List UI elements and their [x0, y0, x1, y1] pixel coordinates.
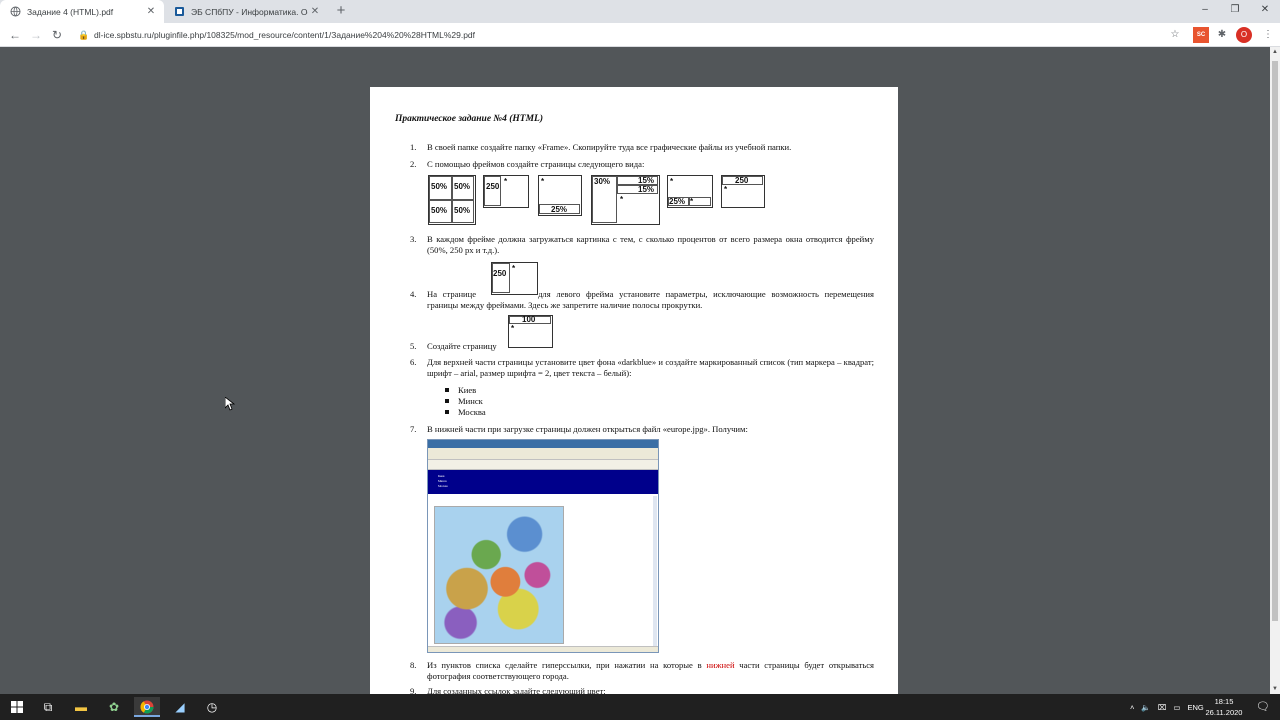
forward-icon[interactable]: →: [27, 26, 45, 44]
list-item: Киев: [445, 384, 486, 395]
item-text: В каждом фрейме должна загружаться карти…: [427, 234, 874, 255]
taskbar: ⧉ ▬ ✿ ◢ ◷ ˄ 🔈 ⌧ ▭ ENG 18:15 26.11.2020 🗨: [0, 694, 1280, 720]
notes-app-icon[interactable]: ◢: [167, 697, 193, 717]
clock-app-icon[interactable]: ◷: [199, 697, 225, 717]
item-number: 5.: [410, 341, 417, 351]
url-text: dl-ice.spbstu.ru/pluginfile.php/108325/m…: [94, 30, 476, 40]
extensions-puzzle-icon[interactable]: ✱: [1214, 27, 1230, 43]
item-text: Для верхней части страницы установите цв…: [427, 357, 874, 378]
tab-title: ЭБ СПбПУ - Информатика. Осн...: [191, 6, 308, 17]
list-item: Москва: [445, 406, 486, 417]
bookmark-star-icon[interactable]: ☆: [1167, 27, 1183, 43]
menu-kebab-icon[interactable]: ⋮: [1260, 27, 1276, 43]
item-number: 1.: [410, 142, 417, 152]
close-tab-icon[interactable]: ✕: [308, 6, 322, 17]
item-text: В своей папке создайте папку «Frame». Ск…: [427, 142, 792, 152]
maximize-button[interactable]: ❐: [1220, 0, 1250, 20]
tab-library[interactable]: ЭБ СПбПУ - Информатика. Осн... ✕: [164, 0, 328, 23]
task-view-icon[interactable]: ⧉: [35, 697, 61, 717]
pdf-page: Практическое задание №4 (HTML) 1. В свое…: [370, 87, 898, 694]
tab-strip: Задание 4 (HTML).pdf ✕ ЭБ СПбПУ - Информ…: [0, 0, 1280, 23]
item-number: 8.: [410, 660, 417, 670]
frame-diagram-5: * 25% *: [667, 175, 713, 208]
darkblue-frame: Киев Минск Москва: [428, 470, 658, 494]
frame-diagram-6: 250 *: [721, 175, 765, 208]
item-number: 3.: [410, 234, 417, 244]
page-scrollbar[interactable]: ▲ ▼: [1270, 47, 1280, 694]
frame-diagram-4: 30% 15% 15% *: [591, 175, 660, 225]
battery-icon[interactable]: ▭: [1173, 703, 1180, 712]
item-number: 2.: [410, 159, 417, 169]
close-tab-icon[interactable]: ✕: [144, 6, 158, 17]
scroll-thumb[interactable]: [1272, 61, 1278, 621]
item-text: Создайте страницу: [427, 341, 497, 351]
pdf-viewer[interactable]: Практическое задание №4 (HTML) 1. В свое…: [0, 47, 1270, 694]
back-icon[interactable]: ←: [6, 26, 24, 44]
tab-pdf[interactable]: Задание 4 (HTML).pdf ✕: [0, 0, 164, 23]
city-list: Киев Минск Москва: [445, 384, 486, 417]
example-screenshot: Киев Минск Москва: [427, 439, 659, 653]
item-number: 9.: [410, 686, 417, 694]
scroll-up-icon[interactable]: ▲: [1270, 47, 1280, 57]
system-tray: ˄ 🔈 ⌧ ▭ ENG: [1130, 694, 1204, 720]
notifications-icon[interactable]: 🗨: [1250, 697, 1276, 717]
address-bar[interactable]: 🔒 dl-ice.spbstu.ru/pluginfile.php/108325…: [78, 25, 1198, 45]
minimize-button[interactable]: –: [1190, 0, 1220, 20]
item-text: С помощью фреймов создайте страницы след…: [427, 159, 645, 169]
app-icon[interactable]: ✿: [101, 697, 127, 717]
chrome-icon[interactable]: [134, 697, 160, 717]
clock[interactable]: 18:15 26.11.2020: [1202, 696, 1246, 718]
item-number: 4.: [410, 289, 417, 299]
new-tab-button[interactable]: +: [332, 2, 350, 20]
item-text: Для созданных ссылок задайте следующий ц…: [427, 686, 606, 694]
item-text: Из пунктов списка сделайте гиперссылки, …: [427, 660, 875, 681]
item-text: В нижней части при загрузке страницы дол…: [427, 424, 748, 434]
frame-diagram-1: 50% 50% 50% 50%: [428, 175, 476, 225]
close-window-button[interactable]: ✕: [1250, 0, 1280, 20]
profile-avatar[interactable]: О: [1236, 27, 1252, 43]
globe-icon: [10, 6, 21, 17]
browser-toolbar: ← → ↻ 🔒 dl-ice.spbstu.ru/pluginfile.php/…: [0, 23, 1280, 47]
list-item: Минск: [445, 395, 486, 406]
item-number: 6.: [410, 357, 417, 367]
frame-diagram-3: * 25%: [538, 175, 582, 216]
lock-icon: 🔒: [78, 29, 90, 40]
document-title: Практическое задание №4 (HTML): [395, 114, 543, 124]
file-explorer-icon[interactable]: ▬: [68, 697, 94, 717]
reload-icon[interactable]: ↻: [48, 26, 66, 44]
windows-start-icon[interactable]: [4, 697, 30, 717]
tab-title: Задание 4 (HTML).pdf: [27, 6, 114, 17]
item-text: На странице для левого фрейма установите …: [427, 289, 874, 310]
extension-sc-icon[interactable]: SC: [1193, 27, 1209, 43]
europe-map-image: [434, 506, 564, 644]
item-number: 7.: [410, 424, 417, 434]
volume-icon[interactable]: 🔈: [1141, 703, 1150, 712]
frame-diagram-2: 250 *: [483, 175, 529, 208]
network-icon[interactable]: ⌧: [1158, 703, 1167, 712]
book-icon: [174, 6, 185, 17]
scroll-down-icon[interactable]: ▼: [1270, 684, 1280, 694]
chevron-up-icon[interactable]: ˄: [1130, 703, 1134, 712]
